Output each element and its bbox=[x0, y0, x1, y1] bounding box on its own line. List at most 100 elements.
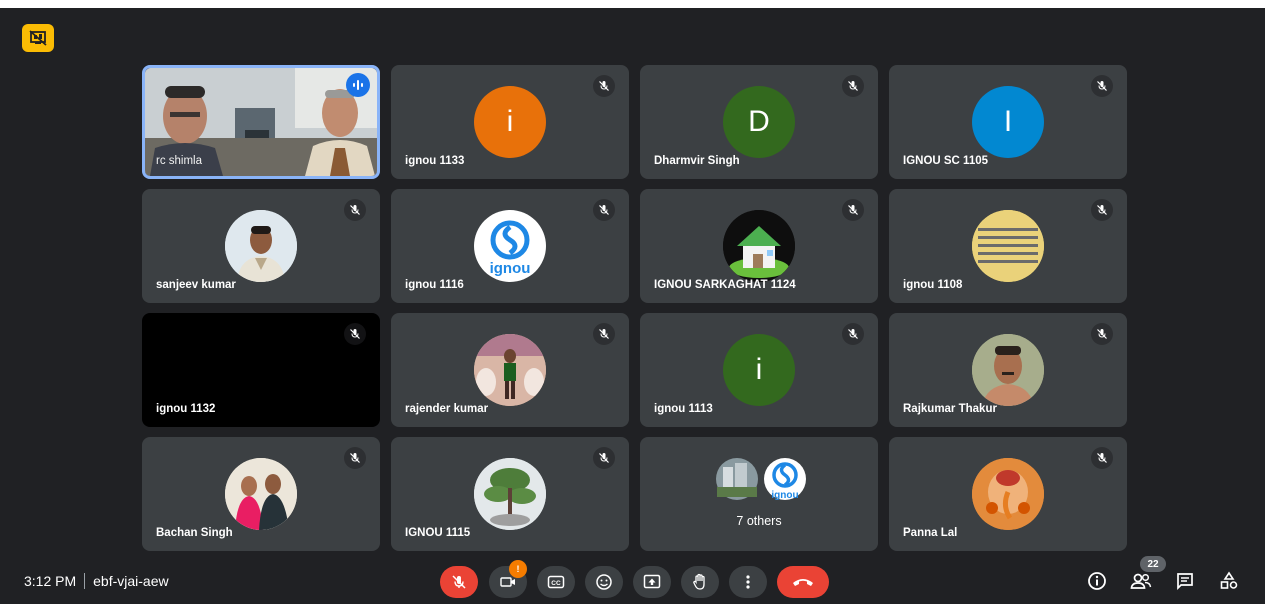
closed-captions-icon: CC bbox=[547, 575, 565, 589]
svg-text:CC: CC bbox=[551, 580, 561, 587]
info-icon bbox=[1088, 572, 1106, 590]
participant-tile[interactable]: Bachan Singh bbox=[142, 437, 380, 551]
avatar-letter: I bbox=[1003, 105, 1013, 138]
top-band bbox=[0, 0, 1265, 8]
mic-off-icon bbox=[452, 575, 466, 589]
mic-off-icon bbox=[1091, 323, 1113, 345]
bottom-toolbar: 3:12 PM ebf-vjai-aew ! CC 22 bbox=[0, 556, 1265, 604]
participant-photo bbox=[972, 458, 1044, 530]
mic-off-icon bbox=[344, 199, 366, 221]
activities-shapes-icon bbox=[1220, 571, 1238, 589]
participant-name: Panna Lal bbox=[903, 527, 958, 539]
participant-name: Bachan Singh bbox=[156, 527, 233, 539]
mic-off-icon bbox=[593, 323, 615, 345]
participant-tile[interactable]: Panna Lal bbox=[889, 437, 1127, 551]
logo-text: ignou bbox=[490, 260, 531, 277]
participant-avatar: D bbox=[723, 86, 795, 158]
participant-tile[interactable]: i ignou 1113 bbox=[640, 313, 878, 427]
people-icon bbox=[1130, 573, 1152, 589]
leave-call-button[interactable] bbox=[777, 566, 829, 598]
participant-photo bbox=[474, 334, 546, 406]
participant-tile[interactable]: sanjeev kumar bbox=[142, 189, 380, 303]
speaking-indicator-icon bbox=[346, 73, 370, 97]
participant-photo bbox=[225, 458, 297, 530]
participant-name: ignou 1113 bbox=[654, 403, 713, 415]
mic-off-icon bbox=[344, 447, 366, 469]
others-avatars-icon: ignou bbox=[716, 458, 806, 501]
participant-photo bbox=[972, 210, 1044, 282]
participant-photo bbox=[225, 210, 297, 282]
mic-off-icon bbox=[1091, 199, 1113, 221]
participant-name: rajender kumar bbox=[405, 403, 489, 415]
mic-off-icon bbox=[593, 447, 615, 469]
emoji-icon bbox=[596, 574, 612, 590]
clock-time: 3:12 PM bbox=[24, 573, 77, 589]
participant-name: ignou 1116 bbox=[405, 279, 464, 291]
house-icon bbox=[723, 210, 795, 282]
presentation-status-icon[interactable] bbox=[22, 24, 54, 52]
participant-avatar: i bbox=[723, 334, 795, 406]
microphone-button[interactable] bbox=[440, 566, 478, 598]
participant-tile[interactable]: Rajkumar Thakur bbox=[889, 313, 1127, 427]
participant-name: Dharmvir Singh bbox=[654, 155, 740, 167]
reactions-button[interactable] bbox=[585, 566, 623, 598]
present-screen-icon bbox=[643, 574, 661, 589]
participant-tile[interactable]: ignou 1108 bbox=[889, 189, 1127, 303]
participant-photo bbox=[474, 458, 546, 530]
chat-button[interactable] bbox=[1172, 568, 1198, 594]
participant-tile[interactable]: IGNOU SARKAGHAT 1124 bbox=[640, 189, 878, 303]
avatar-letter: D bbox=[748, 105, 770, 138]
avatar-letter: i bbox=[506, 105, 514, 138]
others-tile[interactable]: ignou 7 others bbox=[640, 437, 878, 551]
mic-off-icon bbox=[344, 323, 366, 345]
chat-icon bbox=[1177, 573, 1193, 591]
participant-photo bbox=[972, 334, 1044, 406]
mic-off-icon bbox=[1091, 447, 1113, 469]
participant-name: IGNOU 1115 bbox=[405, 527, 471, 539]
participant-tile[interactable]: ignou 1132 bbox=[142, 313, 380, 427]
others-count-label: 7 others bbox=[736, 514, 782, 528]
participant-tile[interactable]: IGNOU 1115 bbox=[391, 437, 629, 551]
participant-name: ignou 1132 bbox=[156, 403, 216, 415]
mic-off-icon bbox=[842, 323, 864, 345]
participant-name: IGNOU SARKAGHAT 1124 bbox=[654, 279, 796, 291]
participant-name: ignou 1108 bbox=[903, 279, 963, 291]
participant-name: Rajkumar Thakur bbox=[903, 403, 997, 415]
captions-button[interactable]: CC bbox=[537, 566, 575, 598]
hand-icon bbox=[693, 573, 705, 590]
participant-avatar: I bbox=[972, 86, 1044, 158]
divider bbox=[84, 573, 86, 589]
logo-text: ignou bbox=[771, 490, 798, 501]
participant-avatar: i bbox=[474, 86, 546, 158]
camera-button[interactable]: ! bbox=[489, 560, 527, 598]
meeting-code: ebf-vjai-aew bbox=[93, 573, 169, 589]
present-button[interactable] bbox=[633, 566, 671, 598]
activities-button[interactable] bbox=[1216, 568, 1242, 594]
more-vert-icon bbox=[746, 575, 750, 589]
mic-off-icon bbox=[842, 199, 864, 221]
mic-off-icon bbox=[1091, 75, 1113, 97]
mic-off-icon bbox=[593, 75, 615, 97]
participant-tile[interactable]: rajender kumar bbox=[391, 313, 629, 427]
ignou-logo-icon: ignou bbox=[474, 210, 546, 282]
participant-tile[interactable]: rc shimla bbox=[142, 65, 380, 179]
participant-tile[interactable]: D Dharmvir Singh bbox=[640, 65, 878, 179]
participant-name: IGNOU SC 1105 bbox=[903, 155, 989, 167]
people-button[interactable] bbox=[1128, 568, 1154, 594]
hang-up-icon bbox=[793, 579, 813, 586]
participant-tile[interactable]: ignou ignou 1116 bbox=[391, 189, 629, 303]
participant-name: ignou 1133 bbox=[405, 155, 465, 167]
mic-off-icon bbox=[593, 199, 615, 221]
more-options-button[interactable] bbox=[729, 566, 767, 598]
participant-grid: rc shimla i ignou 1133 D Dharmvir Singh … bbox=[142, 65, 1127, 551]
participant-tile[interactable]: i ignou 1133 bbox=[391, 65, 629, 179]
mic-off-icon bbox=[842, 75, 864, 97]
participant-name: sanjeev kumar bbox=[156, 279, 236, 291]
camera-warning-badge: ! bbox=[509, 560, 527, 578]
meeting-info-button[interactable] bbox=[1084, 568, 1110, 594]
meeting-details[interactable]: 3:12 PM ebf-vjai-aew bbox=[24, 573, 169, 589]
participant-tile[interactable]: I IGNOU SC 1105 bbox=[889, 65, 1127, 179]
avatar-letter: i bbox=[755, 353, 763, 386]
raise-hand-button[interactable] bbox=[681, 566, 719, 598]
participant-name: rc shimla bbox=[156, 155, 203, 167]
